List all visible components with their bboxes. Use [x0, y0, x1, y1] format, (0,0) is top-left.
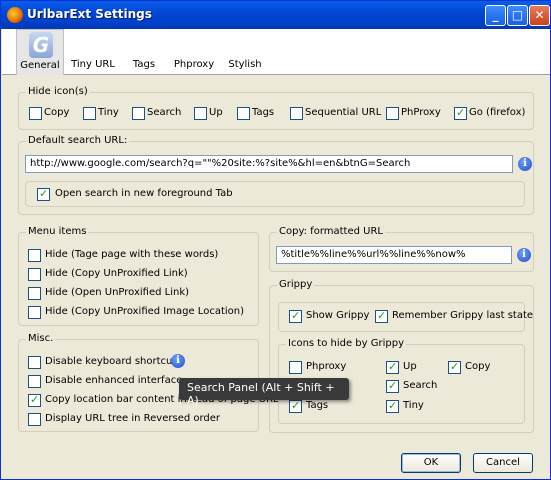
cancel-button[interactable]: Cancel	[473, 453, 533, 473]
group-label: Copy: formatted URL	[277, 226, 385, 237]
search-panel-tooltip: Search Panel (Alt + Shift + A)	[179, 378, 349, 407]
grippy-icon-option-label: Search	[403, 380, 438, 391]
group-label: Misc.	[26, 333, 56, 344]
group-label: Icons to hide by Grippy	[286, 338, 407, 349]
menu-item-option-label: Hide (Tage page with these words)	[45, 249, 219, 260]
grippy-icon-option-label: Up	[403, 361, 417, 372]
tab-label: General	[20, 60, 60, 71]
grippy-icon-option-checkbox[interactable]	[386, 379, 399, 393]
tab-label: Tags	[132, 59, 156, 70]
firefox-icon	[7, 7, 23, 23]
misc-option-label: Disable keyboard shortcuts	[45, 356, 182, 367]
tab-stylish[interactable]: Stylish	[224, 29, 266, 75]
show-grippy-label: Show Grippy	[306, 310, 370, 321]
window-title: UrlbarExt Settings	[27, 7, 152, 21]
tab-tiny-url[interactable]: Tiny URL	[69, 29, 117, 75]
open-new-tab-label: Open search in new foreground Tab	[55, 188, 233, 199]
grippy-icon-option-checkbox[interactable]	[448, 360, 461, 374]
misc-option-checkbox[interactable]	[28, 356, 41, 369]
maximize-button[interactable]: □	[507, 5, 528, 26]
tab-label: Tiny URL	[71, 59, 115, 70]
hide-icon-option-checkbox[interactable]	[386, 107, 399, 120]
grippy-icon-option-checkbox[interactable]	[289, 361, 302, 374]
hide-icon-option-label: Tiny	[98, 107, 119, 118]
menu-item-option-label: Hide (Copy UnProxified Link)	[45, 268, 188, 279]
hide-icon-option-label: PhProxy	[401, 107, 441, 118]
grippy-icon-option-label: Tags	[306, 400, 329, 411]
hide-icon-option-checkbox[interactable]	[290, 107, 303, 120]
tab-tags[interactable]: Tags	[126, 29, 162, 75]
open-new-tab-checkbox[interactable]	[37, 187, 50, 201]
grippy-icon-option-checkbox[interactable]	[386, 399, 399, 413]
group-label: Menu items	[26, 226, 89, 237]
grippy-icon-option-label: Copy	[465, 361, 491, 372]
remember-grippy-checkbox[interactable]	[375, 309, 388, 323]
tab-bar: G General Tiny URL Tags Phproxy Stylish	[2, 29, 550, 75]
tab-phproxy[interactable]: Phproxy	[169, 29, 219, 75]
hide-icon-option-label: Search	[147, 107, 182, 118]
menu-item-option-label: Hide (Copy UnProxified Image Location)	[45, 306, 245, 317]
hide-icon-option-checkbox[interactable]	[454, 106, 467, 120]
close-button[interactable]: ✕	[529, 5, 550, 26]
menu-item-option-checkbox[interactable]	[28, 306, 41, 319]
grippy-icon-option-label: Phproxy	[306, 361, 347, 372]
urlbarext-logo-icon: G	[29, 32, 53, 58]
group-label: Hide icon(s)	[26, 86, 90, 97]
menu-item-option-checkbox[interactable]	[28, 268, 41, 281]
settings-window: UrlbarExt Settings _ □ ✕ G General Tiny …	[0, 0, 551, 480]
grippy-icon-option-checkbox[interactable]	[289, 399, 302, 413]
hide-icon-option-label: Up	[209, 107, 223, 118]
remember-grippy-label: Remember Grippy last state	[392, 310, 534, 321]
tab-general[interactable]: G General	[16, 29, 64, 75]
menu-item-option-label: Hide (Open UnProxified Link)	[45, 287, 190, 298]
hide-icon-option-label: Tags	[252, 107, 275, 118]
info-icon[interactable]: i	[171, 354, 185, 368]
default-search-url-input[interactable]: http://www.google.com/search?q=""%20site…	[25, 155, 513, 173]
hide-icon-option-checkbox[interactable]	[132, 107, 145, 120]
hide-icon-option-checkbox[interactable]	[237, 107, 250, 120]
hide-icon-option-checkbox[interactable]	[83, 107, 96, 120]
group-label: Default search URL:	[26, 135, 130, 146]
minimize-button[interactable]: _	[485, 5, 506, 26]
ok-button[interactable]: OK	[401, 453, 461, 473]
hide-icon-option-label: Sequential URL	[305, 107, 382, 118]
grippy-icon-option-label: Tiny	[403, 400, 424, 411]
hide-icon-option-checkbox[interactable]	[29, 107, 42, 120]
hide-icon-option-label: Go (firefox)	[469, 107, 526, 118]
copy-format-input[interactable]: %title%%line%%url%%line%%now%	[276, 246, 512, 264]
misc-option-checkbox[interactable]	[28, 375, 41, 388]
info-icon[interactable]: i	[518, 157, 532, 171]
title-bar[interactable]: UrlbarExt Settings _ □ ✕	[1, 1, 550, 29]
menu-item-option-checkbox[interactable]	[28, 249, 41, 262]
misc-option-checkbox[interactable]	[28, 393, 41, 407]
group-label: Grippy	[277, 279, 315, 290]
hide-icon-option-label: Copy	[44, 107, 70, 118]
grippy-icon-option-checkbox[interactable]	[386, 360, 399, 374]
misc-option-checkbox[interactable]	[28, 413, 41, 426]
show-grippy-checkbox[interactable]	[289, 309, 302, 323]
tab-label: Phproxy	[173, 59, 215, 70]
misc-option-label: Disable enhanced interface	[45, 375, 183, 386]
menu-item-option-checkbox[interactable]	[28, 287, 41, 300]
misc-option-label: Display URL tree in Reversed order	[45, 413, 221, 424]
info-icon[interactable]: i	[517, 248, 531, 262]
hide-icon-option-checkbox[interactable]	[194, 107, 207, 120]
tab-label: Stylish	[228, 59, 262, 70]
